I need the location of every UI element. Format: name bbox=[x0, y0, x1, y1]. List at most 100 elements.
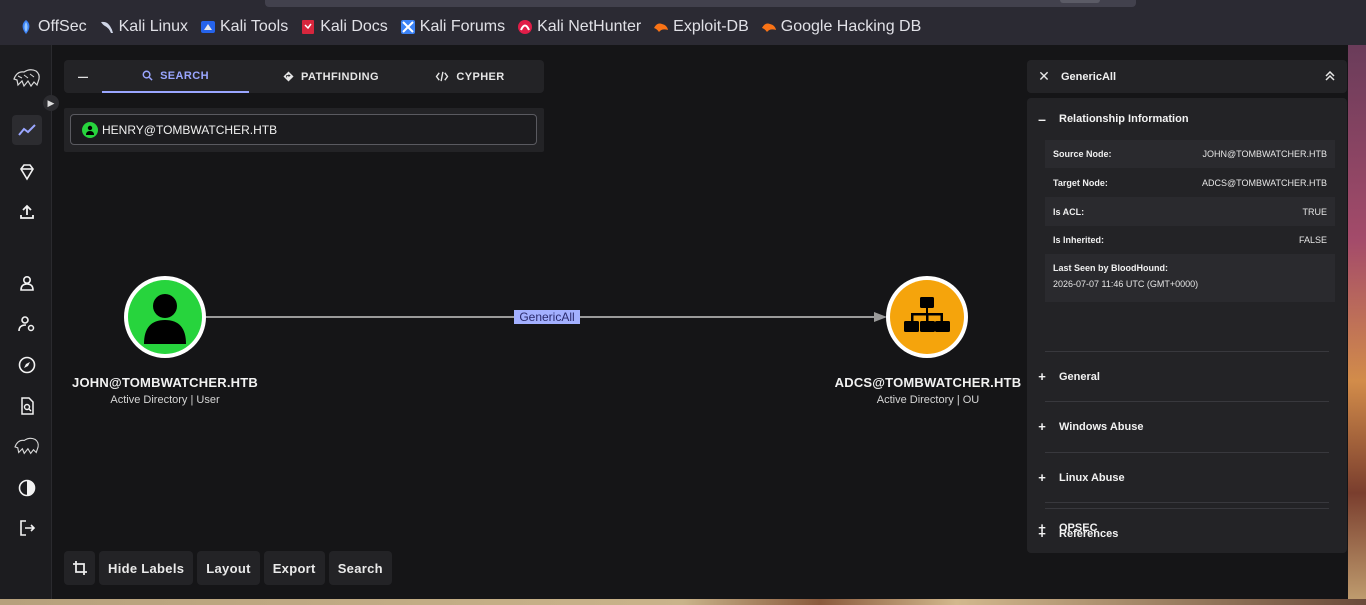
prop-is-acl: Is ACL: TRUE bbox=[1045, 197, 1335, 226]
close-panel-button[interactable]: ✕ bbox=[1027, 68, 1061, 85]
group-management-gem-icon[interactable] bbox=[12, 157, 42, 187]
bookmark-kali-tools[interactable]: Kali Tools bbox=[200, 18, 288, 36]
target-node-kind: Active Directory | OU bbox=[876, 394, 980, 406]
bookmark-label: Kali Tools bbox=[220, 17, 289, 35]
entity-panel-body: – Relationship Information Source Node: … bbox=[1027, 98, 1347, 553]
user-node-icon bbox=[82, 121, 98, 138]
tab-cypher-label: CYPHER bbox=[456, 70, 505, 83]
source-node[interactable] bbox=[124, 276, 206, 358]
search-button[interactable]: Search bbox=[328, 551, 392, 585]
edge-arrowhead bbox=[874, 312, 887, 322]
code-icon bbox=[436, 71, 449, 82]
nethunter-icon bbox=[517, 19, 533, 35]
bookmark-label: Exploit-DB bbox=[673, 17, 749, 35]
section-label: Windows Abuse bbox=[1059, 420, 1144, 433]
section-label: Linux Abuse bbox=[1059, 471, 1125, 484]
user-settings-icon[interactable] bbox=[12, 309, 42, 339]
export-button[interactable]: Export bbox=[263, 551, 325, 585]
url-bar[interactable] bbox=[265, 0, 1136, 7]
bloodhound-app: ▶ GenericAll JOHN@TOMBWATCHER.HTB Active… bbox=[0, 45, 1348, 599]
double-chevron-up-icon bbox=[1325, 70, 1335, 81]
layout-button[interactable]: Layout bbox=[197, 551, 260, 585]
browser-tab-strip bbox=[0, 0, 1366, 8]
source-node-name: JOHN@TOMBWATCHER.HTB bbox=[72, 375, 258, 390]
pathfinding-icon bbox=[283, 71, 294, 82]
prop-value: FALSE bbox=[1298, 235, 1327, 245]
left-nav: ▶ bbox=[0, 45, 59, 599]
search-panel: – SEARCH PATHFINDING CYPHER bbox=[64, 60, 544, 152]
collapse-search-button[interactable]: – bbox=[64, 60, 102, 93]
bookmark-google-hacking-db[interactable]: Google Hacking DB bbox=[761, 17, 922, 36]
dark-mode-toggle-icon[interactable] bbox=[12, 473, 42, 503]
collapse-panel-button[interactable] bbox=[1313, 70, 1347, 84]
target-node[interactable] bbox=[886, 276, 968, 358]
tab-search-label: SEARCH bbox=[160, 69, 209, 82]
bloodhound-logo-icon[interactable] bbox=[12, 63, 42, 93]
relationship-info-toggle[interactable]: – Relationship Information bbox=[1037, 111, 1188, 127]
prop-value: ADCS@TOMBWATCHER.HTB bbox=[1202, 177, 1327, 188]
tab-pathfinding-label: PATHFINDING bbox=[301, 70, 379, 83]
hide-labels-button[interactable]: Hide Labels bbox=[99, 551, 194, 585]
bookmark-offsec[interactable]: OffSec bbox=[18, 18, 87, 36]
kali-docs-icon bbox=[300, 19, 316, 35]
bookmark-kali-linux[interactable]: Kali Linux bbox=[99, 18, 188, 36]
prop-key: Source Node: bbox=[1053, 149, 1112, 159]
bookmark-label: Google Hacking DB bbox=[780, 17, 922, 35]
plus-icon: + bbox=[1038, 369, 1046, 384]
bookmark-kali-docs[interactable]: Kali Docs bbox=[300, 18, 388, 36]
prop-is-inherited: Is Inherited: FALSE bbox=[1045, 226, 1335, 254]
prop-value: TRUE bbox=[1302, 206, 1328, 217]
kali-dragon-icon bbox=[99, 19, 115, 35]
bloodhound-hound-icon[interactable] bbox=[12, 431, 42, 461]
search-icon bbox=[142, 70, 153, 81]
exploitdb-icon bbox=[653, 19, 669, 35]
url-bar-button[interactable] bbox=[1060, 0, 1100, 3]
search-box-wrap bbox=[64, 108, 544, 152]
prop-key: Last Seen by BloodHound: bbox=[1053, 263, 1169, 273]
target-node-name: ADCS@TOMBWATCHER.HTB bbox=[834, 375, 1022, 390]
node-search-field[interactable] bbox=[70, 114, 537, 145]
bookmark-label: OffSec bbox=[38, 17, 87, 35]
prop-key: Is Inherited: bbox=[1053, 235, 1105, 245]
edge-label-text: GenericAll bbox=[519, 310, 574, 324]
tab-pathfinding[interactable]: PATHFINDING bbox=[249, 60, 413, 93]
section-linux-abuse[interactable]: + Linux Abuse bbox=[1038, 452, 1329, 502]
edge-label[interactable]: GenericAll bbox=[514, 310, 580, 324]
user-icon[interactable] bbox=[12, 268, 42, 298]
section-general[interactable]: + General bbox=[1038, 351, 1329, 401]
search-tabs: – SEARCH PATHFINDING CYPHER bbox=[64, 60, 544, 93]
tab-search[interactable]: SEARCH bbox=[102, 60, 249, 93]
minus-icon: – bbox=[1038, 111, 1046, 127]
explore-icon[interactable] bbox=[12, 115, 42, 145]
file-search-icon[interactable] bbox=[12, 391, 42, 421]
desktop-wallpaper-bottom bbox=[0, 599, 1366, 605]
upload-icon[interactable] bbox=[12, 197, 42, 227]
prop-last-seen: Last Seen by BloodHound: 2026-07-07 11:4… bbox=[1045, 254, 1335, 302]
section-references[interactable]: + References bbox=[1038, 508, 1329, 558]
bookmark-kali-nethunter[interactable]: Kali NetHunter bbox=[517, 18, 641, 36]
crop-icon bbox=[72, 561, 87, 575]
prop-key: Is ACL: bbox=[1053, 206, 1085, 217]
bookmark-label: Kali Forums bbox=[419, 17, 506, 35]
prop-target-node: Target Node: ADCS@TOMBWATCHER.HTB bbox=[1045, 168, 1335, 197]
panel-title: GenericAll bbox=[1061, 70, 1117, 83]
tab-cypher[interactable]: CYPHER bbox=[413, 60, 527, 93]
entity-panel-header: ✕ GenericAll bbox=[1027, 60, 1347, 93]
prop-source-node: Source Node: JOHN@TOMBWATCHER.HTB bbox=[1045, 140, 1335, 168]
bookmark-kali-forums[interactable]: Kali Forums bbox=[400, 18, 505, 36]
bookmark-label: Kali NetHunter bbox=[537, 17, 642, 35]
compass-icon[interactable] bbox=[12, 350, 42, 380]
source-node-kind: Active Directory | User bbox=[110, 394, 220, 406]
bookmark-exploit-db[interactable]: Exploit-DB bbox=[653, 18, 749, 36]
logout-icon[interactable] bbox=[12, 513, 42, 543]
graph-toolbar: Hide Labels Layout Export Search bbox=[64, 551, 392, 585]
node-search-input[interactable] bbox=[102, 122, 522, 137]
source-node-label: JOHN@TOMBWATCHER.HTB Active Directory | … bbox=[45, 375, 285, 406]
kali-forums-icon bbox=[400, 19, 416, 35]
section-windows-abuse[interactable]: + Windows Abuse bbox=[1038, 401, 1329, 451]
bookmarks-bar: OffSec Kali Linux Kali Tools Kali Docs K… bbox=[0, 8, 1366, 45]
plus-icon: + bbox=[1038, 526, 1046, 541]
section-label: References bbox=[1059, 527, 1119, 540]
prop-value: 2026-07-07 11:46 UTC (GMT+0000) bbox=[1053, 279, 1199, 289]
crop-button[interactable] bbox=[64, 551, 95, 585]
